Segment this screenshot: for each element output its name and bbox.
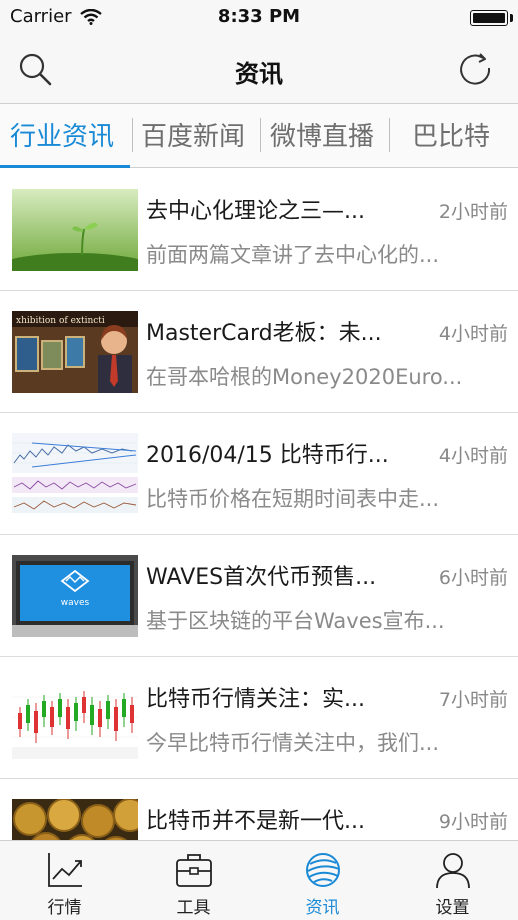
news-title: 比特币并不是新一代... [146, 809, 365, 834]
news-time: 7小时前 [438, 689, 508, 711]
tab-bar-item-news[interactable]: 资讯 [258, 841, 387, 920]
news-summary: 前面两篇文章讲了去中心化的... [146, 243, 440, 267]
tab-baidu-news[interactable]: 百度新闻 [141, 116, 245, 153]
news-item[interactable]: waves WAVES首次代币预售... 6小时前 基于区块链的平台Waves宣… [0, 535, 518, 657]
tab-bar-item-market[interactable]: 行情 [0, 841, 129, 920]
exhibition-sign-text: xhibition of extincti [16, 316, 105, 326]
news-title: 比特币行情关注：实... [146, 687, 365, 712]
tab-weibo-live[interactable]: 微博直播 [270, 116, 374, 153]
tab-industry-news[interactable]: 行业资讯 [10, 116, 114, 153]
exhibition-thumbnail: xhibition of extincti [12, 311, 138, 393]
news-item[interactable]: 2016/04/15 比特币行... 4小时前 比特币价格在短期时间表中走... [0, 413, 518, 535]
page-title: 资讯 [235, 60, 283, 88]
news-item[interactable]: 比特币行情关注：实... 7小时前 今早比特币行情关注中，我们... [0, 657, 518, 779]
bitcoin-coins-thumbnail [12, 799, 138, 840]
status-time: 8:33 PM [217, 6, 301, 27]
news-title: MasterCard老板：未... [146, 321, 382, 346]
news-summary: 在哥本哈根的Money2020Euro... [146, 365, 463, 389]
category-tabs: 行业资讯 百度新闻 微博直播 巴比特 [0, 104, 518, 168]
news-title: 去中心化理论之三—... [146, 199, 365, 224]
toolbox-icon [176, 854, 212, 887]
news-title: 2016/04/15 比特币行... [146, 443, 389, 468]
bottom-tab-bar: 行情 工具 资讯 设置 [0, 840, 518, 920]
tab-bar-label: 行情 [47, 898, 82, 918]
news-item[interactable]: xhibition of extincti MasterCard老板：未... … [0, 291, 518, 413]
tab-divider [389, 118, 390, 152]
tab-divider [260, 118, 261, 152]
tab-bar-label: 工具 [176, 898, 211, 918]
news-list: 去中心化理论之三—... 2小时前 前面两篇文章讲了去中心化的... xhibi… [0, 169, 518, 840]
price-chart-thumbnail [12, 433, 138, 515]
person-icon [436, 853, 470, 889]
news-time: 2小时前 [438, 201, 508, 223]
news-summary: 今早比特币行情关注中，我们... [146, 731, 440, 755]
tab-bar-item-settings[interactable]: 设置 [388, 841, 517, 920]
sprout-thumbnail [12, 189, 138, 271]
tab-bar-label: 设置 [435, 898, 470, 918]
news-time: 9小时前 [438, 811, 508, 833]
tab-8btc[interactable]: 巴比特 [412, 116, 490, 153]
status-bar: Carrier 8:33 PM [0, 0, 518, 34]
news-time: 4小时前 [438, 445, 508, 467]
battery-icon [470, 10, 508, 26]
news-time: 4小时前 [438, 323, 508, 345]
globe-icon [306, 853, 340, 887]
tab-divider [132, 118, 133, 152]
news-summary: 基于区块链的平台Waves宣布... [146, 609, 445, 633]
chart-icon [48, 853, 82, 887]
battery-fill [473, 13, 505, 23]
news-summary: 比特币价格在短期时间表中走... [146, 487, 440, 511]
news-title: WAVES首次代币预售... [146, 565, 377, 590]
battery-tip [510, 14, 513, 22]
news-time: 6小时前 [438, 567, 508, 589]
news-item[interactable]: 比特币并不是新一代... 9小时前 [0, 779, 518, 840]
refresh-icon[interactable] [456, 50, 496, 90]
active-tab-indicator [0, 165, 130, 168]
tab-bar-item-tools[interactable]: 工具 [129, 841, 258, 920]
news-item[interactable]: 去中心化理论之三—... 2小时前 前面两篇文章讲了去中心化的... [0, 169, 518, 291]
candlestick-thumbnail [12, 677, 138, 759]
waves-logo-text: waves [61, 598, 90, 608]
waves-laptop-thumbnail: waves [12, 555, 138, 637]
tab-bar-label: 资讯 [305, 898, 340, 918]
navigation-bar: 资讯 [0, 34, 518, 104]
